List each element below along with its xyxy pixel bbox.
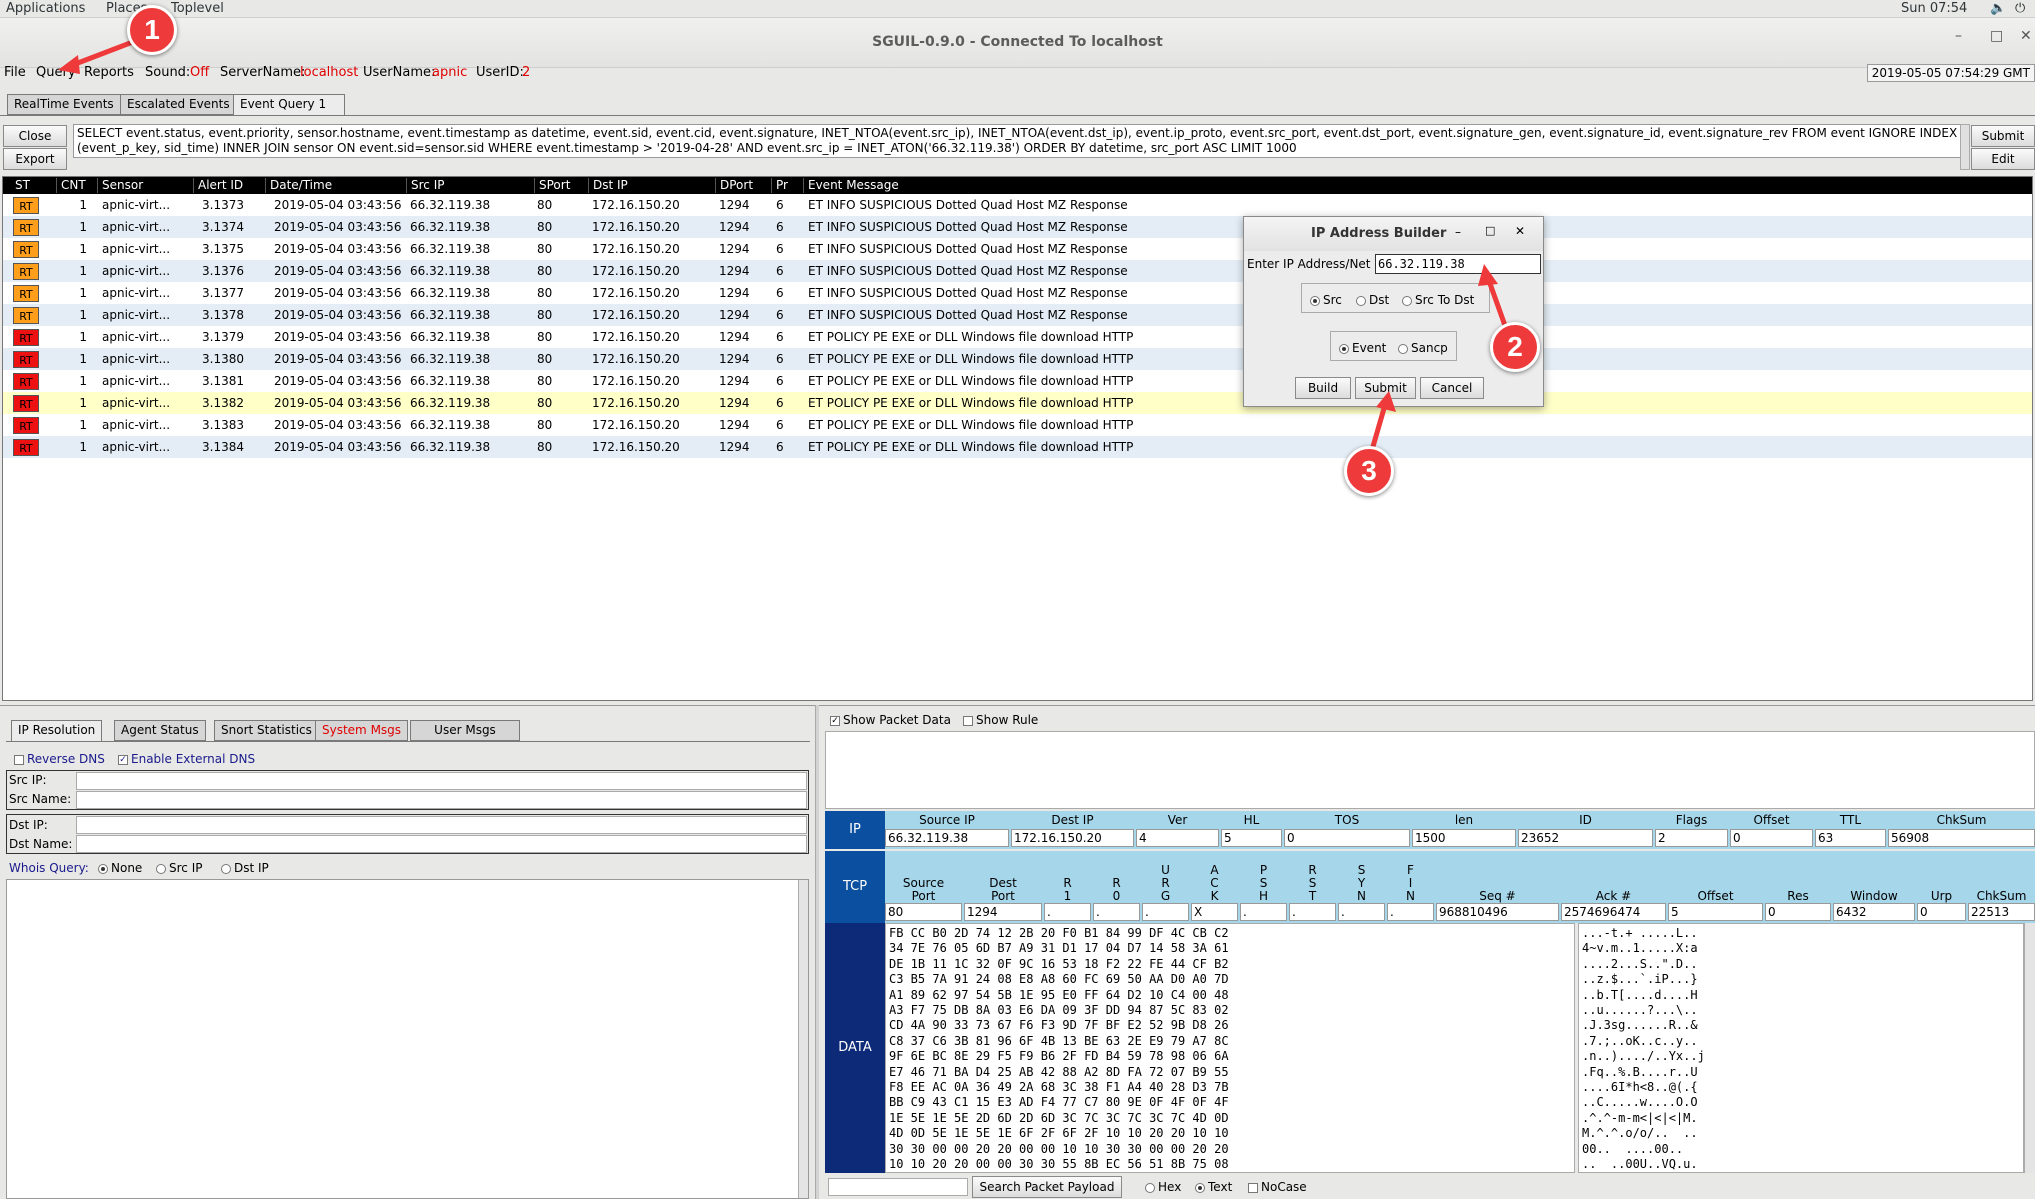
annotation-badge-3: 3 [1344, 446, 1394, 496]
annotation-badge-1: 1 [127, 5, 177, 55]
annotation-arrows [58, 37, 1511, 453]
annotation-badge-2: 2 [1490, 322, 1540, 372]
